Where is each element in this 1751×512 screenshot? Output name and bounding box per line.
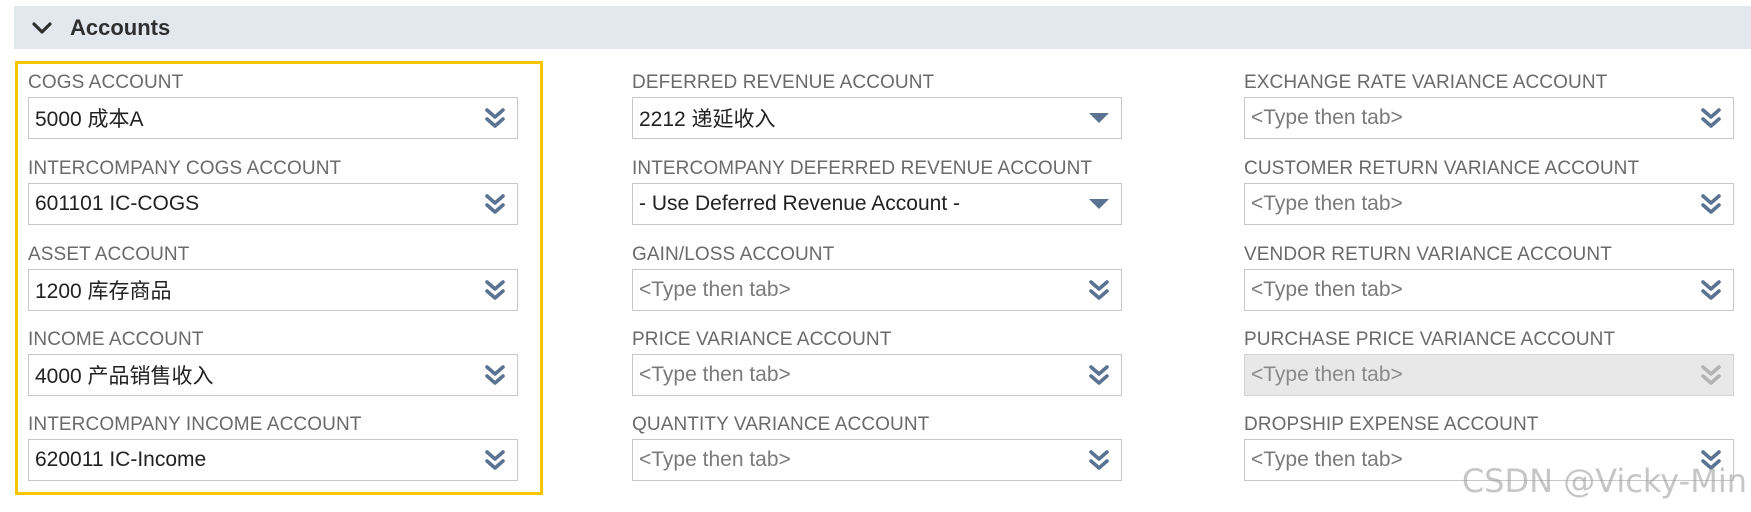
- field-gain-loss: GAIN/LOSS ACCOUNT <Type then tab>: [632, 244, 1122, 311]
- vendor-return-variance-select[interactable]: <Type then tab>: [1244, 269, 1734, 311]
- gain-loss-placeholder[interactable]: <Type then tab>: [633, 278, 1077, 302]
- double-chevron-down-icon: [1689, 355, 1733, 395]
- quantity-variance-label: QUANTITY VARIANCE ACCOUNT: [632, 414, 930, 435]
- ic-cogs-label: INTERCOMPANY COGS ACCOUNT: [28, 158, 342, 179]
- double-chevron-down-icon[interactable]: [1077, 270, 1121, 310]
- asset-value[interactable]: 1200 库存商品: [29, 275, 473, 305]
- deferred-revenue-select[interactable]: 2212 递延收入: [632, 97, 1122, 139]
- income-label: INCOME ACCOUNT: [28, 329, 204, 350]
- section-title: Accounts: [70, 14, 171, 40]
- double-chevron-down-icon[interactable]: [473, 98, 517, 138]
- exchange-rate-variance-select[interactable]: <Type then tab>: [1244, 97, 1734, 139]
- ic-income-select[interactable]: 620011 IC-Income: [28, 439, 518, 481]
- double-chevron-down-icon[interactable]: [1689, 184, 1733, 224]
- field-purchase-price-variance: PURCHASE PRICE VARIANCE ACCOUNT <Type the…: [1244, 329, 1734, 396]
- income-select[interactable]: 4000 产品销售收入: [28, 354, 518, 396]
- triangle-down-icon[interactable]: [1077, 184, 1121, 224]
- ic-cogs-select[interactable]: 601101 IC-COGS: [28, 183, 518, 225]
- deferred-revenue-label: DEFERRED REVENUE ACCOUNT: [632, 72, 935, 93]
- purchase-price-variance-placeholder: <Type then tab>: [1251, 363, 1403, 386]
- purchase-price-variance-select: <Type then tab>: [1244, 354, 1734, 396]
- double-chevron-down-icon[interactable]: [1689, 270, 1733, 310]
- ic-income-label: INTERCOMPANY INCOME ACCOUNT: [28, 414, 362, 435]
- price-variance-select[interactable]: <Type then tab>: [632, 354, 1122, 396]
- double-chevron-down-icon[interactable]: [473, 355, 517, 395]
- cogs-value[interactable]: 5000 成本A: [29, 103, 473, 133]
- accounts-section-header[interactable]: Accounts: [14, 6, 1751, 49]
- field-ic-cogs: INTERCOMPANY COGS ACCOUNT 601101 IC-COGS: [28, 158, 518, 225]
- asset-select[interactable]: 1200 库存商品: [28, 269, 518, 311]
- gain-loss-label: GAIN/LOSS ACCOUNT: [632, 244, 835, 265]
- ic-deferred-revenue-value[interactable]: - Use Deferred Revenue Account -: [633, 192, 1077, 216]
- field-asset: ASSET ACCOUNT 1200 库存商品: [28, 244, 518, 311]
- ic-income-value[interactable]: 620011 IC-Income: [29, 448, 473, 472]
- field-quantity-variance: QUANTITY VARIANCE ACCOUNT <Type then tab>: [632, 414, 1122, 481]
- cogs-select[interactable]: 5000 成本A: [28, 97, 518, 139]
- double-chevron-down-icon[interactable]: [473, 184, 517, 224]
- customer-return-variance-label: CUSTOMER RETURN VARIANCE ACCOUNT: [1244, 158, 1640, 179]
- chevron-down-icon[interactable]: [30, 16, 54, 40]
- quantity-variance-placeholder[interactable]: <Type then tab>: [633, 448, 1077, 472]
- field-cogs: COGS ACCOUNT 5000 成本A: [28, 72, 518, 139]
- price-variance-placeholder[interactable]: <Type then tab>: [633, 363, 1077, 387]
- purchase-price-variance-label: PURCHASE PRICE VARIANCE ACCOUNT: [1244, 329, 1616, 350]
- price-variance-label: PRICE VARIANCE ACCOUNT: [632, 329, 892, 350]
- ic-deferred-revenue-label: INTERCOMPANY DEFERRED REVENUE ACCOUNT: [632, 158, 1093, 179]
- watermark: CSDN @Vicky-Min: [1461, 462, 1747, 500]
- vendor-return-variance-label: VENDOR RETURN VARIANCE ACCOUNT: [1244, 244, 1612, 265]
- exchange-rate-variance-label: EXCHANGE RATE VARIANCE ACCOUNT: [1244, 72, 1608, 93]
- field-deferred-revenue: DEFERRED REVENUE ACCOUNT 2212 递延收入: [632, 72, 1122, 139]
- income-value[interactable]: 4000 产品销售收入: [29, 360, 473, 390]
- double-chevron-down-icon[interactable]: [473, 440, 517, 480]
- double-chevron-down-icon[interactable]: [473, 270, 517, 310]
- asset-label: ASSET ACCOUNT: [28, 244, 190, 265]
- ic-deferred-revenue-select[interactable]: - Use Deferred Revenue Account -: [632, 183, 1122, 225]
- field-price-variance: PRICE VARIANCE ACCOUNT <Type then tab>: [632, 329, 1122, 396]
- vendor-return-variance-placeholder[interactable]: <Type then tab>: [1245, 278, 1689, 302]
- cogs-label: COGS ACCOUNT: [28, 72, 184, 93]
- field-income: INCOME ACCOUNT 4000 产品销售收入: [28, 329, 518, 396]
- gain-loss-select[interactable]: <Type then tab>: [632, 269, 1122, 311]
- exchange-rate-variance-placeholder[interactable]: <Type then tab>: [1245, 106, 1689, 130]
- triangle-down-icon[interactable]: [1077, 98, 1121, 138]
- field-ic-income: INTERCOMPANY INCOME ACCOUNT 620011 IC-Inc…: [28, 414, 518, 481]
- ic-cogs-value[interactable]: 601101 IC-COGS: [29, 192, 473, 216]
- dropship-expense-label: DROPSHIP EXPENSE ACCOUNT: [1244, 414, 1539, 435]
- customer-return-variance-select[interactable]: <Type then tab>: [1244, 183, 1734, 225]
- field-ic-deferred-revenue: INTERCOMPANY DEFERRED REVENUE ACCOUNT - U…: [632, 158, 1122, 225]
- quantity-variance-select[interactable]: <Type then tab>: [632, 439, 1122, 481]
- field-vendor-return-variance: VENDOR RETURN VARIANCE ACCOUNT <Type then…: [1244, 244, 1734, 311]
- deferred-revenue-value[interactable]: 2212 递延收入: [633, 103, 1077, 133]
- double-chevron-down-icon[interactable]: [1077, 355, 1121, 395]
- field-customer-return-variance: CUSTOMER RETURN VARIANCE ACCOUNT <Type th…: [1244, 158, 1734, 225]
- double-chevron-down-icon[interactable]: [1689, 98, 1733, 138]
- double-chevron-down-icon[interactable]: [1077, 440, 1121, 480]
- field-exchange-rate-variance: EXCHANGE RATE VARIANCE ACCOUNT <Type then…: [1244, 72, 1734, 139]
- customer-return-variance-placeholder[interactable]: <Type then tab>: [1245, 192, 1689, 216]
